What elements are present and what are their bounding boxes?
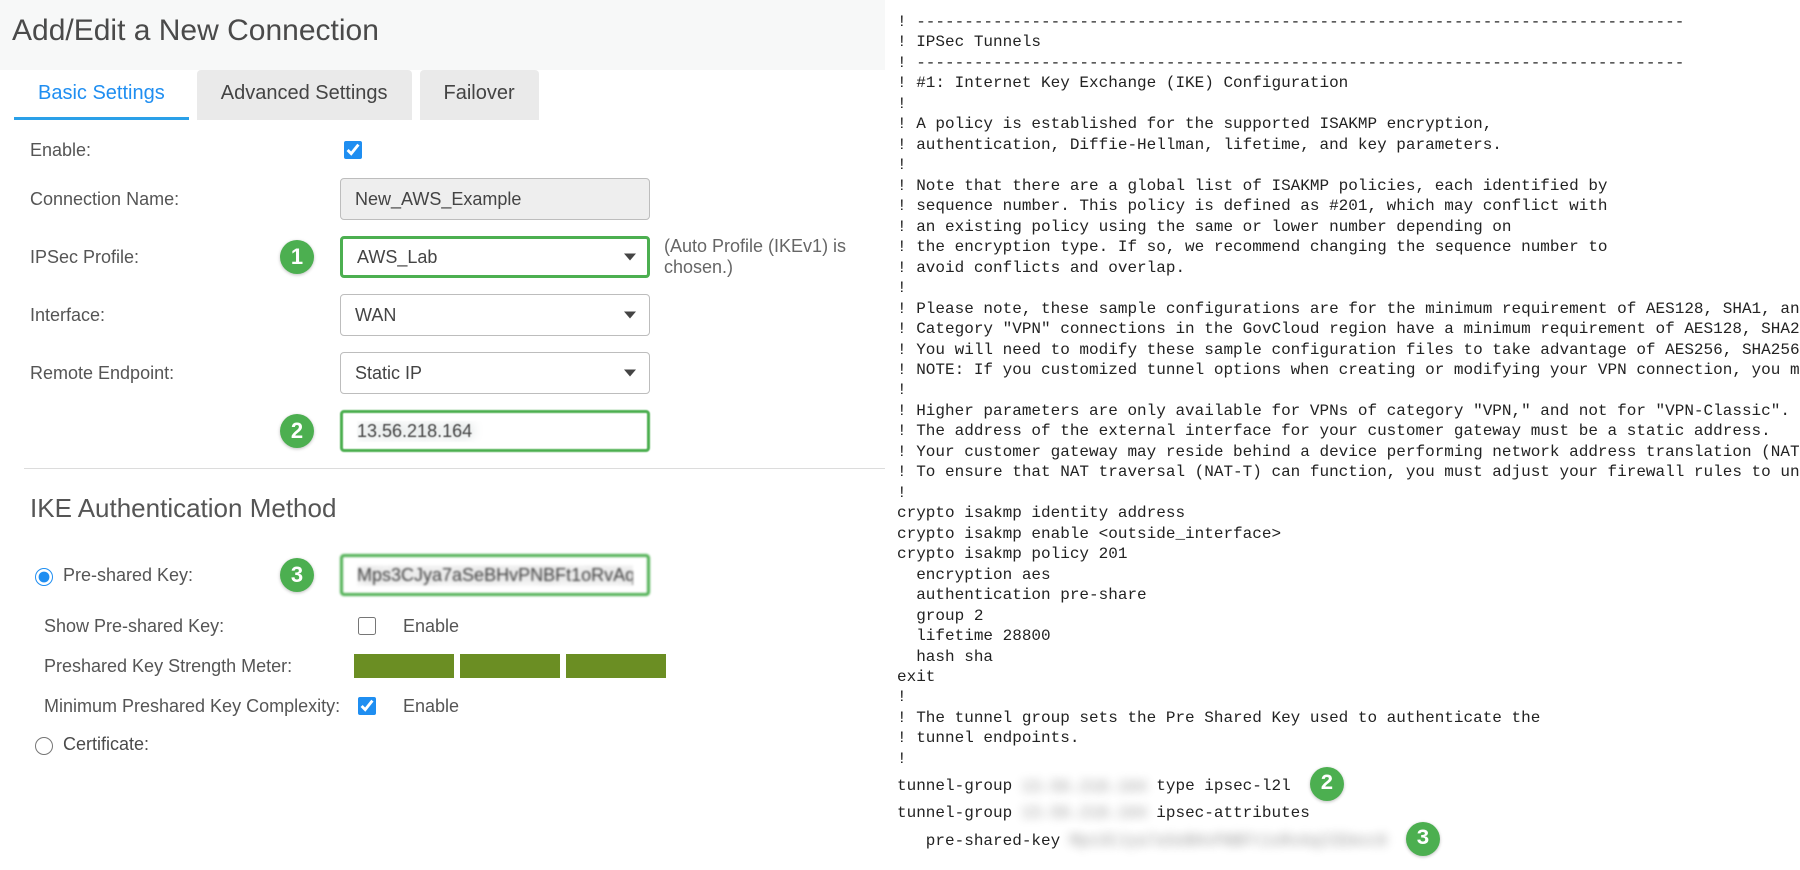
complexity-label: Minimum Preshared Key Complexity:: [30, 696, 354, 717]
tab-basic-settings[interactable]: Basic Settings: [14, 70, 189, 120]
interface-select[interactable]: WAN: [340, 294, 650, 336]
enable-label: Enable:: [30, 140, 340, 161]
show-psk-label: Show Pre-shared Key:: [30, 616, 354, 637]
callout-badge-2: 2: [280, 414, 314, 448]
callout-badge-3-code: 3: [1406, 822, 1440, 856]
page-header: Add/Edit a New Connection: [0, 0, 885, 70]
page-title: Add/Edit a New Connection: [12, 14, 865, 48]
config-file-text: ! --------------------------------------…: [897, 12, 1800, 858]
remote-endpoint-label: Remote Endpoint:: [30, 363, 340, 384]
strength-label: Preshared Key Strength Meter:: [30, 656, 354, 677]
remote-endpoint-ip-input[interactable]: [340, 410, 650, 452]
ipsec-profile-select[interactable]: AWS_Lab: [340, 236, 650, 278]
tab-failover[interactable]: Failover: [420, 70, 539, 120]
strength-bar-2: [460, 654, 560, 678]
callout-badge-2-code: 2: [1310, 767, 1344, 801]
psk-input[interactable]: [340, 554, 650, 596]
interface-label: Interface:: [30, 305, 340, 326]
complexity-checkbox[interactable]: [358, 697, 376, 715]
show-psk-enable-text: Enable: [403, 616, 459, 637]
complexity-enable-text: Enable: [403, 696, 459, 717]
certificate-radio[interactable]: [35, 737, 53, 755]
remote-endpoint-type-select[interactable]: Static IP: [340, 352, 650, 394]
psk-strength-meter: [354, 654, 666, 678]
callout-badge-1: 1: [280, 240, 314, 274]
section-divider: [24, 468, 885, 469]
psk-label: Pre-shared Key:: [63, 565, 193, 586]
connection-name-label: Connection Name:: [30, 189, 340, 210]
strength-bar-1: [354, 654, 454, 678]
tabs: Basic Settings Advanced Settings Failove…: [0, 70, 885, 120]
strength-bar-3: [566, 654, 666, 678]
ipsec-profile-hint: (Auto Profile (IKEv1) is chosen.): [664, 236, 861, 278]
enable-checkbox[interactable]: [344, 141, 362, 159]
basic-settings-form: Enable: Connection Name: IPSec Profile: …: [0, 120, 885, 783]
psk-radio[interactable]: [35, 568, 53, 586]
ike-auth-section-title: IKE Authentication Method: [30, 493, 861, 524]
show-psk-checkbox[interactable]: [358, 617, 376, 635]
callout-badge-3: 3: [280, 558, 314, 592]
connection-name-input[interactable]: [340, 178, 650, 220]
certificate-label: Certificate:: [63, 734, 149, 755]
tab-advanced-settings[interactable]: Advanced Settings: [197, 70, 412, 120]
